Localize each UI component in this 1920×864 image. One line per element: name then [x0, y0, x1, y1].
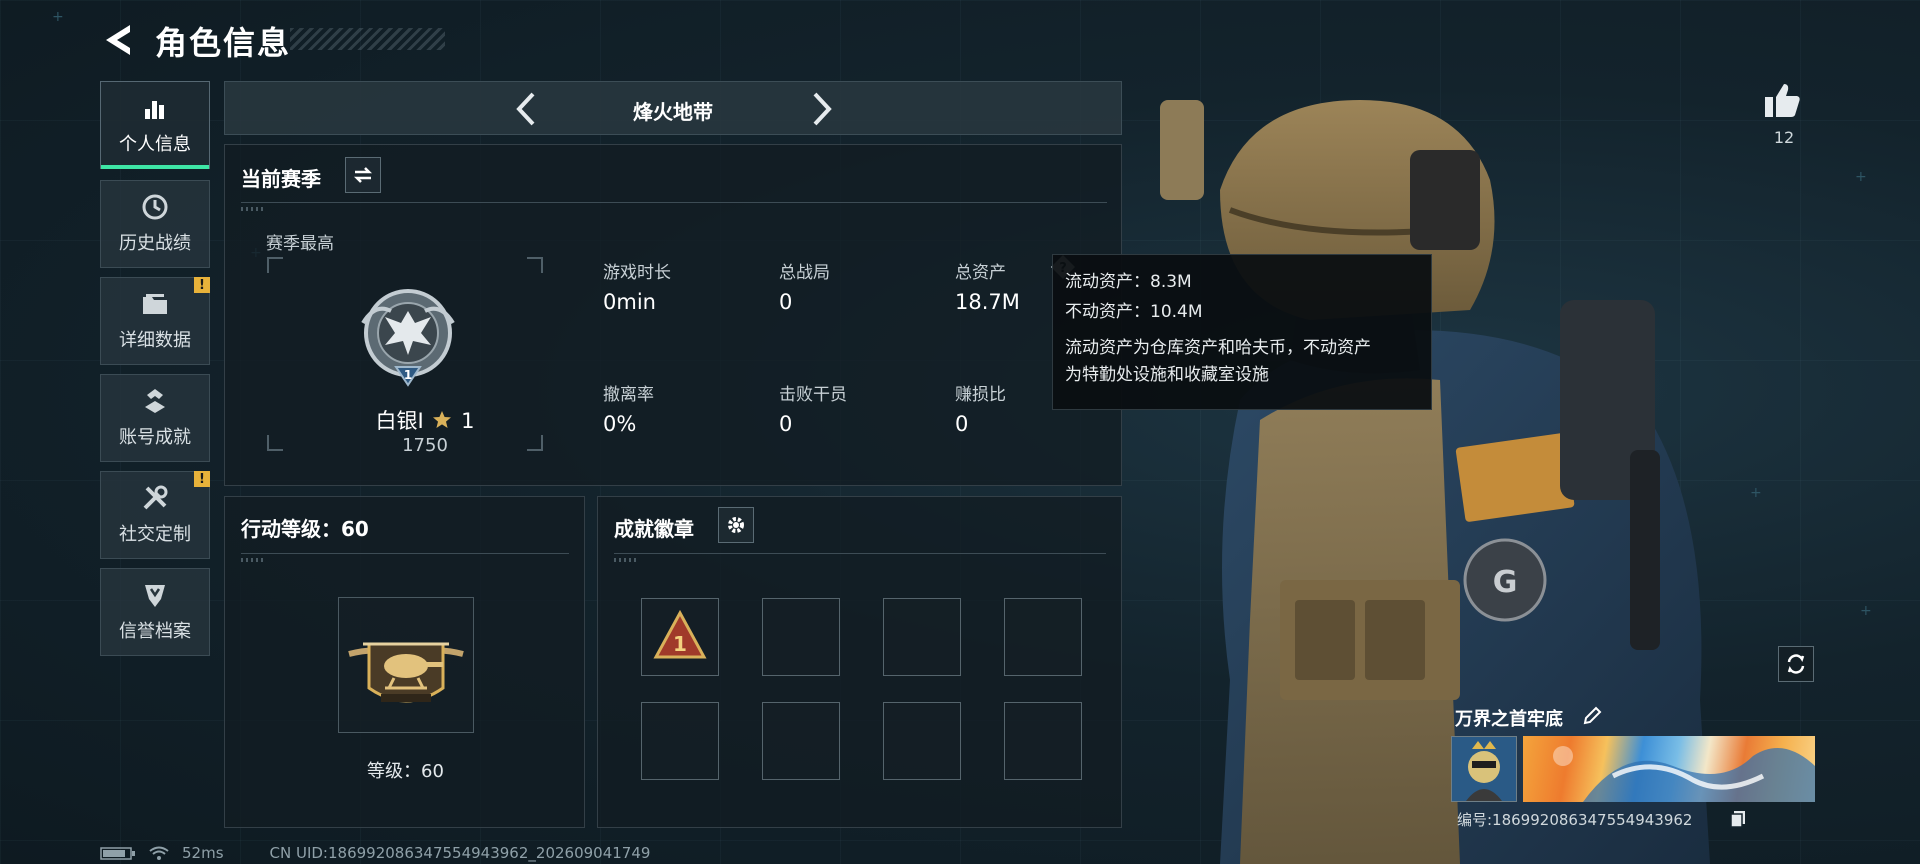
rank-score: 1750	[402, 435, 448, 456]
status-bar: 52ms CN UID:186992086347554943962_202609…	[100, 843, 650, 863]
bar-chart-icon	[141, 94, 169, 122]
season-title: 当前赛季	[241, 167, 321, 191]
sidebar-item-detailed-data[interactable]: ! 详细数据	[100, 277, 210, 365]
sidebar-item-label: 详细数据	[119, 330, 191, 351]
stat-value-play-time: 0min	[603, 290, 656, 314]
badge-slot-empty[interactable]	[1004, 702, 1082, 780]
current-season-panel: 当前赛季 赛季最高 1 白银I 1 1750 游戏时长 0min 总战局 0 总…	[224, 144, 1122, 486]
achievement-badges-panel: 成就徽章 1	[597, 496, 1122, 828]
thumbs-up-icon[interactable]	[1762, 80, 1802, 120]
mode-selector: 烽火地带	[224, 81, 1122, 135]
sidebar-item-account-achievements[interactable]: 账号成就	[100, 374, 210, 462]
copy-icon[interactable]	[1730, 810, 1746, 828]
switch-season-button[interactable]	[345, 157, 381, 193]
avatar[interactable]	[1451, 736, 1517, 802]
action-level-title: 行动等级：60	[241, 517, 369, 541]
silver-rank-emblem-icon: 1	[361, 289, 455, 387]
sidebar-item-personal-info[interactable]: 个人信息	[100, 81, 210, 169]
stat-value-total-matches: 0	[779, 290, 793, 314]
sidebar-item-label: 账号成就	[119, 427, 191, 448]
badge-slot-empty[interactable]	[883, 598, 961, 676]
title-decoration	[290, 28, 445, 50]
stat-label-profit-ratio: 赚损比	[955, 385, 1006, 405]
badge-slot-empty[interactable]	[883, 702, 961, 780]
rank-emblem-number: 1	[404, 368, 412, 382]
star-icon	[433, 411, 452, 428]
page-title: 角色信息	[155, 24, 292, 62]
tooltip-fixed-assets: 不动资产：10.4M	[1065, 302, 1203, 322]
back-arrow-icon[interactable]	[100, 22, 134, 58]
clock-icon	[141, 193, 169, 221]
stat-label-play-time: 游戏时长	[603, 263, 671, 283]
profile-banner[interactable]	[1523, 736, 1815, 802]
alert-badge: !	[194, 277, 210, 293]
badge-slot-empty[interactable]	[762, 702, 840, 780]
deco-cross: +	[1750, 485, 1762, 501]
stat-label-total-assets: 总资产	[955, 263, 1006, 283]
badge-settings-button[interactable]	[718, 507, 754, 543]
action-level-panel: 行动等级：60 等级：60	[224, 496, 585, 828]
sidebar-item-match-history[interactable]: 历史战绩	[100, 180, 210, 268]
ping: 52ms	[182, 844, 224, 862]
tools-icon	[141, 484, 169, 512]
stat-label-extraction-rate: 撤离率	[603, 385, 654, 405]
rank-name: 白银I	[375, 409, 424, 433]
player-name: 万界之首牢底	[1455, 709, 1563, 730]
stat-value-extraction-rate: 0%	[603, 412, 637, 436]
svg-text:G: G	[1493, 565, 1518, 600]
tooltip-liquid-assets: 流动资产：8.3M	[1065, 272, 1192, 292]
stat-label-total-matches: 总战局	[779, 263, 830, 283]
tooltip-note: 流动资产为仓库资产和哈夫币，不动资产	[1065, 338, 1371, 358]
stat-value-profit-ratio: 0	[955, 412, 969, 436]
stat-label-operators-defeated: 击败干员	[779, 385, 847, 405]
level-emblem-frame	[338, 597, 474, 733]
tooltip-note: 为特勤处设施和收藏室设施	[1065, 365, 1269, 385]
player-id: 编号:186992086347554943962	[1457, 811, 1693, 829]
swap-icon	[353, 167, 373, 183]
refresh-icon	[1787, 654, 1805, 674]
badge-number: 1	[673, 632, 687, 656]
badge-icon: 1	[653, 609, 707, 659]
badge-slot-empty[interactable]	[641, 702, 719, 780]
badge-slot[interactable]: 1	[641, 598, 719, 676]
level-label: 等级：60	[367, 761, 444, 782]
achievement-icon	[141, 387, 169, 415]
sidebar-item-label: 社交定制	[119, 524, 191, 545]
gear-icon	[728, 517, 744, 533]
sidebar-item-social-customization[interactable]: ! 社交定制	[100, 471, 210, 559]
stat-value-total-assets: 18.7M	[955, 290, 1020, 314]
rank-stars: 1	[461, 409, 475, 433]
rotate-character-button[interactable]	[1778, 646, 1814, 682]
shield-icon	[141, 581, 169, 609]
mode-title: 烽火地带	[633, 100, 713, 124]
season-best-label: 赛季最高	[266, 234, 334, 254]
battery-icon	[100, 847, 135, 860]
badge-slot-empty[interactable]	[762, 598, 840, 676]
rank-display: 白银I 1	[355, 405, 495, 435]
deco-cross: +	[52, 9, 64, 25]
next-mode-arrow-icon[interactable]	[807, 90, 837, 128]
helicopter-level-emblem-icon	[348, 642, 464, 703]
wifi-icon	[149, 846, 169, 860]
badge-slot-empty[interactable]	[1004, 598, 1082, 676]
sidebar-item-label: 历史战绩	[119, 233, 191, 254]
like-count: 12	[1773, 128, 1795, 147]
assets-tooltip: 流动资产：8.3M 不动资产：10.4M 流动资产为仓库资产和哈夫币，不动资产 …	[1052, 254, 1432, 410]
folder-icon	[141, 290, 169, 318]
sidebar-item-label: 个人信息	[119, 134, 191, 155]
edit-name-icon[interactable]	[1582, 706, 1602, 726]
sidebar-item-reputation-record[interactable]: 信誉档案	[100, 568, 210, 656]
stat-value-operators-defeated: 0	[779, 412, 793, 436]
deco-cross: +	[1855, 169, 1867, 185]
sidebar-item-label: 信誉档案	[119, 621, 191, 642]
badges-title: 成就徽章	[614, 517, 694, 541]
alert-badge: !	[194, 471, 210, 487]
uid: CN UID:186992086347554943962_20260904174…	[269, 844, 651, 862]
deco-cross: +	[1860, 603, 1872, 619]
